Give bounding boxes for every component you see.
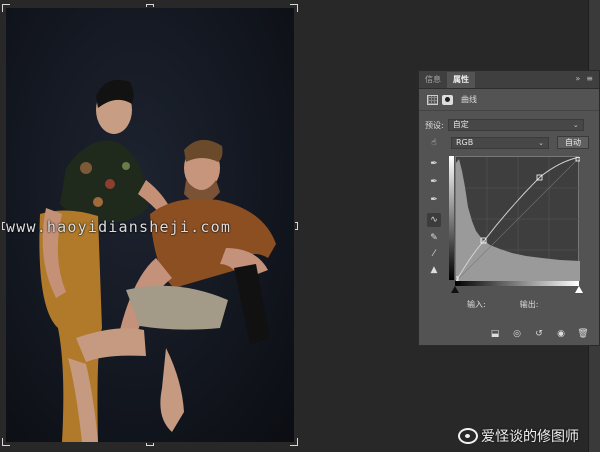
white-point-slider[interactable]: [575, 286, 583, 293]
smooth-icon[interactable]: ⁄: [427, 247, 441, 261]
layer-mask-icon[interactable]: [442, 94, 453, 105]
curves-svg: [453, 156, 581, 282]
crop-handle-top-left[interactable]: [2, 4, 10, 12]
preset-dropdown[interactable]: 自定 ⌄: [447, 119, 584, 131]
target-adjust-icon[interactable]: ☝: [427, 136, 441, 150]
crop-handle-right-middle[interactable]: [295, 222, 298, 230]
preset-label: 预设:: [425, 120, 444, 130]
output-label: 输出:: [519, 300, 539, 309]
clip-to-layer-icon[interactable]: ⬓: [489, 328, 501, 340]
curve-points-icon[interactable]: ∿: [427, 213, 441, 227]
tab-controls: » ≡: [575, 74, 593, 83]
weibo-logo-icon: [458, 428, 478, 444]
crop-handle-top-right[interactable]: [290, 4, 298, 12]
auto-button[interactable]: 自动: [557, 136, 589, 149]
panel-bottom-bar: ⬓ ◎ ↺ ◉ 🗑: [489, 328, 589, 340]
white-eyedropper-icon[interactable]: ✒: [427, 193, 441, 207]
collapse-icon[interactable]: »: [575, 74, 580, 83]
input-label: 输入:: [467, 300, 486, 309]
chevron-down-icon: ⌄: [572, 121, 579, 129]
visibility-icon[interactable]: ◉: [555, 328, 567, 340]
channel-dropdown[interactable]: RGB ⌄: [451, 136, 549, 149]
black-point-slider[interactable]: [451, 286, 459, 293]
pencil-icon[interactable]: ✎: [427, 231, 441, 245]
crop-handle-left-middle[interactable]: [2, 222, 5, 230]
weibo-text: 爱怪谈的修图师: [481, 429, 579, 445]
black-eyedropper-icon[interactable]: ✒: [427, 157, 441, 171]
channel-row: RGB ⌄ 自动: [451, 136, 589, 149]
reset-icon[interactable]: ↺: [533, 328, 545, 340]
preset-row: 预设: 自定 ⌄: [425, 119, 584, 131]
trash-icon[interactable]: 🗑: [577, 328, 589, 340]
adjustment-title: 曲线: [461, 95, 477, 104]
canvas-area[interactable]: www.haoyidiansheji.com: [0, 0, 418, 452]
tab-properties[interactable]: 属性: [447, 72, 475, 88]
chevron-down-icon: ⌄: [538, 138, 544, 147]
channel-value: RGB: [456, 137, 474, 147]
crop-handle-bottom-right[interactable]: [290, 438, 298, 446]
curves-graph[interactable]: [453, 156, 581, 282]
input-output-row: 输入: 输出:: [467, 299, 538, 310]
crop-handle-bottom-middle[interactable]: [146, 443, 154, 446]
input-gradient-bar: [455, 281, 579, 286]
adjustment-title-row: 曲线: [419, 89, 599, 111]
tab-info[interactable]: 信息: [419, 72, 447, 88]
weibo-credit: 爱怪谈的修图师: [458, 426, 579, 446]
preset-value: 自定: [452, 120, 469, 129]
panel-menu-icon[interactable]: ≡: [586, 74, 593, 83]
view-previous-icon[interactable]: ◎: [511, 328, 523, 340]
crop-handle-bottom-left[interactable]: [2, 438, 10, 446]
panel-tab-bar: 信息 属性 » ≡: [419, 71, 599, 89]
watermark-text: www.haoyidiansheji.com: [6, 218, 232, 236]
clipping-warning-icon[interactable]: ▲: [427, 263, 441, 277]
crop-handle-top-middle[interactable]: [146, 4, 154, 7]
gray-eyedropper-icon[interactable]: ✒: [427, 175, 441, 189]
curves-adjustment-icon: [427, 94, 438, 105]
properties-panel: 信息 属性 » ≡ 曲线 预设: 自定 ⌄ ☝ RGB ⌄ 自动 ✒ ✒ ✒ ∿…: [418, 70, 600, 346]
output-gradient-bar: [449, 156, 454, 280]
